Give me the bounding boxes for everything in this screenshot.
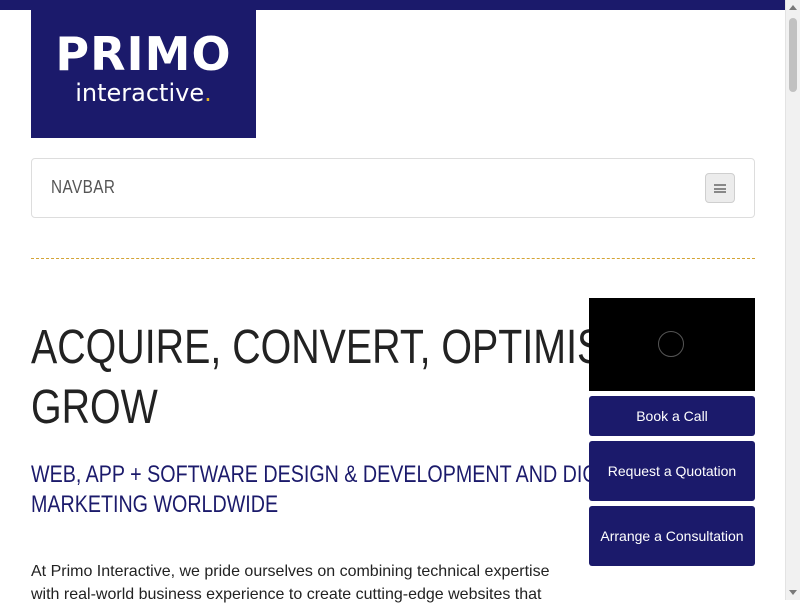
hero-subheadline: WEB, APP + SOFTWARE DESIGN & DEVELOPMENT… [31,461,638,518]
page-scrollbar[interactable] [785,0,800,600]
hero-headline-line1: ACQUIRE, CONVERT, OPTIMISE, [31,321,641,374]
logo-dot: . [204,79,212,107]
scroll-up-arrow-icon[interactable] [789,5,797,10]
navbar: NAVBAR [31,158,755,218]
arrange-consultation-button[interactable]: Arrange a Consultation [589,506,755,566]
hero-headline-line2: GROW [31,381,158,434]
hero-intro: At Primo Interactive, we pride ourselves… [31,563,550,603]
play-icon[interactable] [658,331,684,357]
logo-secondary-text: interactive. [31,78,256,108]
scroll-down-arrow-icon[interactable] [789,590,797,595]
scrollbar-thumb[interactable] [789,18,797,92]
top-accent-bar [0,0,785,10]
section-divider [31,258,755,259]
video-player[interactable] [589,298,755,391]
navbar-toggle-button[interactable] [705,173,735,203]
menu-icon [714,184,726,193]
hero-headline: ACQUIRE, CONVERT, OPTIMISE, GROW [31,318,640,438]
navbar-brand[interactable]: NAVBAR [51,177,115,198]
book-call-button[interactable]: Book a Call [589,396,755,436]
logo-secondary-word: interactive [75,79,205,107]
logo-primary-text: PRIMO [55,27,232,81]
logo[interactable]: PRIMO interactive. [31,10,256,138]
request-quotation-button[interactable]: Request a Quotation [589,441,755,501]
